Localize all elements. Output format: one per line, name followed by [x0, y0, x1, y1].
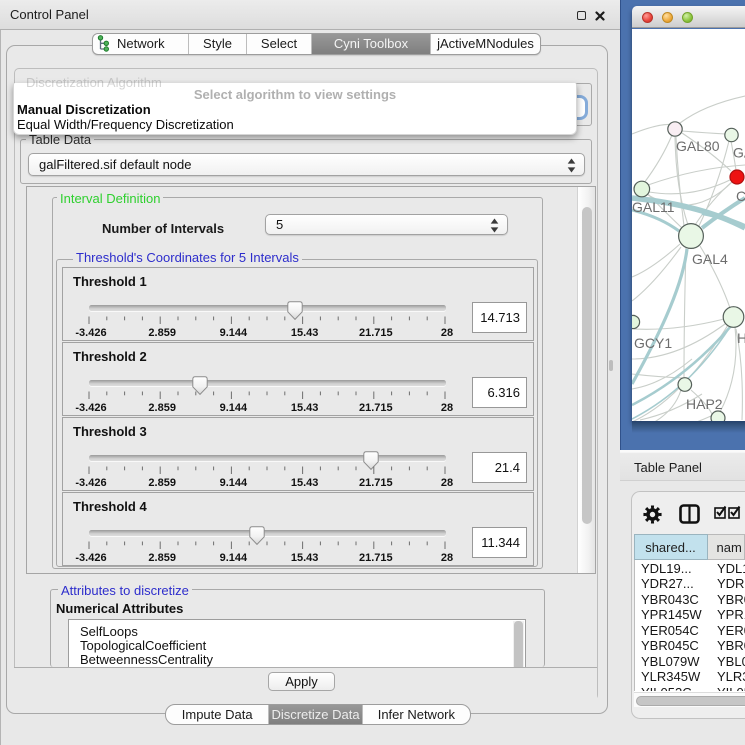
- svg-text:GA: GA: [733, 145, 745, 161]
- svg-text:GCY1: GCY1: [634, 335, 672, 351]
- svg-text:GAL11: GAL11: [632, 199, 675, 215]
- svg-text:CY: CY: [736, 188, 745, 204]
- svg-text:HAP2: HAP2: [686, 396, 723, 412]
- svg-text:HI: HI: [737, 330, 745, 346]
- svg-text:GAL4: GAL4: [692, 251, 728, 267]
- svg-text:GAL80: GAL80: [676, 138, 720, 154]
